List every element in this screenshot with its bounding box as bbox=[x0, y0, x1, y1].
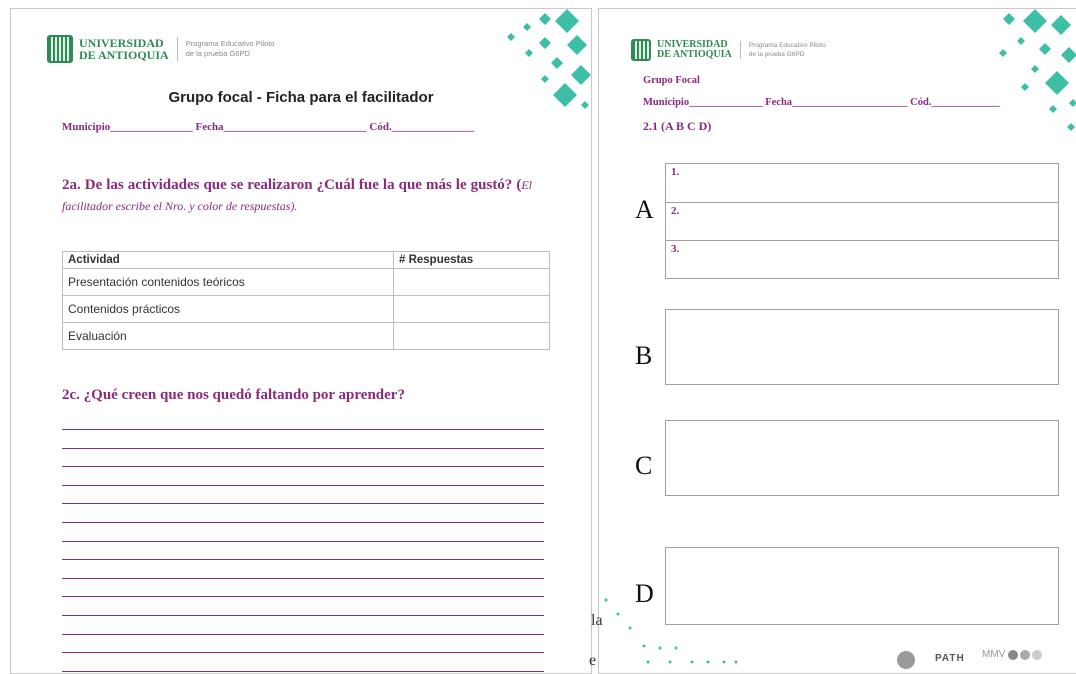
university-seal-icon bbox=[631, 39, 651, 61]
answer-line bbox=[62, 633, 544, 635]
form-fields-line: Municipio_______________ Fecha__________… bbox=[62, 121, 475, 133]
table-header-activity: Actividad bbox=[62, 251, 394, 269]
answer-cell-a3[interactable]: 3. bbox=[665, 240, 1059, 279]
answer-line bbox=[62, 503, 544, 505]
table-header-row: Actividad # Respuestas bbox=[62, 251, 550, 269]
answer-line bbox=[62, 522, 544, 523]
answer-line bbox=[62, 429, 544, 430]
option-letter-c: C bbox=[635, 451, 653, 480]
partner-logo-mmv: MMV bbox=[982, 649, 1043, 660]
answer-cell-a1[interactable]: 1. bbox=[665, 163, 1059, 203]
logo-name-line2: DE ANTIOQUIA bbox=[657, 49, 732, 60]
section-title: 2.1 (A B C D) bbox=[643, 119, 712, 133]
university-logo: UNIVERSIDAD DE ANTIOQUIA Programa Educat… bbox=[631, 39, 826, 61]
table-cell-activity: Presentación contenidos teóricos bbox=[62, 268, 394, 296]
logo-divider bbox=[176, 37, 178, 61]
group-label: Grupo Focal bbox=[643, 75, 700, 86]
option-letter-b: B bbox=[635, 341, 653, 370]
table-cell-responses[interactable] bbox=[393, 322, 550, 350]
table-cell-responses[interactable] bbox=[393, 268, 550, 296]
option-letter-a: A bbox=[635, 195, 654, 224]
answer-box-b[interactable] bbox=[665, 309, 1059, 385]
mmv-dot-icon bbox=[1020, 649, 1031, 660]
logo-divider bbox=[739, 41, 741, 59]
mmv-dot-icon bbox=[1008, 649, 1019, 660]
table-cell-activity: Contenidos prácticos bbox=[62, 295, 394, 323]
answer-box-c[interactable] bbox=[665, 420, 1059, 496]
table-cell-activity: Evaluación bbox=[62, 322, 394, 350]
logo-program-line1: Programa Educativo Piloto bbox=[748, 42, 826, 49]
table-row: Contenidos prácticos bbox=[62, 295, 550, 323]
answer-line bbox=[62, 540, 544, 542]
table-header-responses: # Respuestas bbox=[393, 251, 550, 269]
answer-line bbox=[62, 559, 544, 561]
answer-line bbox=[62, 615, 544, 616]
partner-logo-circle-icon bbox=[897, 651, 915, 669]
question-2a: 2a. De las actividades que se realizaron… bbox=[62, 177, 532, 213]
table-row: Evaluación bbox=[62, 322, 550, 350]
decorative-dots-icon bbox=[604, 598, 738, 664]
answer-line bbox=[62, 447, 544, 449]
page-left: UNIVERSIDAD DE ANTIOQUIA Programa Educat… bbox=[10, 8, 592, 674]
answer-line bbox=[62, 577, 544, 579]
decorative-diamonds-icon bbox=[999, 9, 1076, 131]
logo-name-line2: DE ANTIOQUIA bbox=[79, 48, 169, 62]
page-right: UNIVERSIDAD DE ANTIOQUIA Programa Educat… bbox=[598, 8, 1076, 674]
mmv-dot-icon bbox=[1032, 649, 1043, 660]
table-row: Presentación contenidos teóricos bbox=[62, 268, 550, 296]
university-logo: UNIVERSIDAD DE ANTIOQUIA Programa Educat… bbox=[47, 35, 274, 63]
table-cell-responses[interactable] bbox=[393, 295, 550, 323]
activities-table: Actividad # Respuestas Presentación cont… bbox=[62, 251, 550, 350]
page-title: Grupo focal - Ficha para el facilitador bbox=[168, 89, 434, 106]
answer-cell-a2[interactable]: 2. bbox=[665, 202, 1059, 241]
partner-logo-path: PATH bbox=[935, 653, 965, 664]
logo-program-line2: de la prueba G6PD bbox=[748, 51, 805, 58]
answer-line bbox=[62, 484, 544, 486]
form-fields-line: Municipio______________ Fecha___________… bbox=[643, 97, 1000, 108]
answer-line bbox=[62, 466, 544, 468]
university-seal-icon bbox=[47, 35, 73, 63]
answer-line bbox=[62, 652, 544, 654]
logo-program-line1: Programa Educativo Piloto bbox=[185, 39, 275, 48]
logo-program-line2: de la prueba G6PD bbox=[185, 49, 250, 58]
question-2c: 2c. ¿Qué creen que nos quedó faltando po… bbox=[62, 387, 405, 403]
answer-line bbox=[62, 596, 544, 598]
edge-fragment-e: e bbox=[589, 652, 597, 669]
